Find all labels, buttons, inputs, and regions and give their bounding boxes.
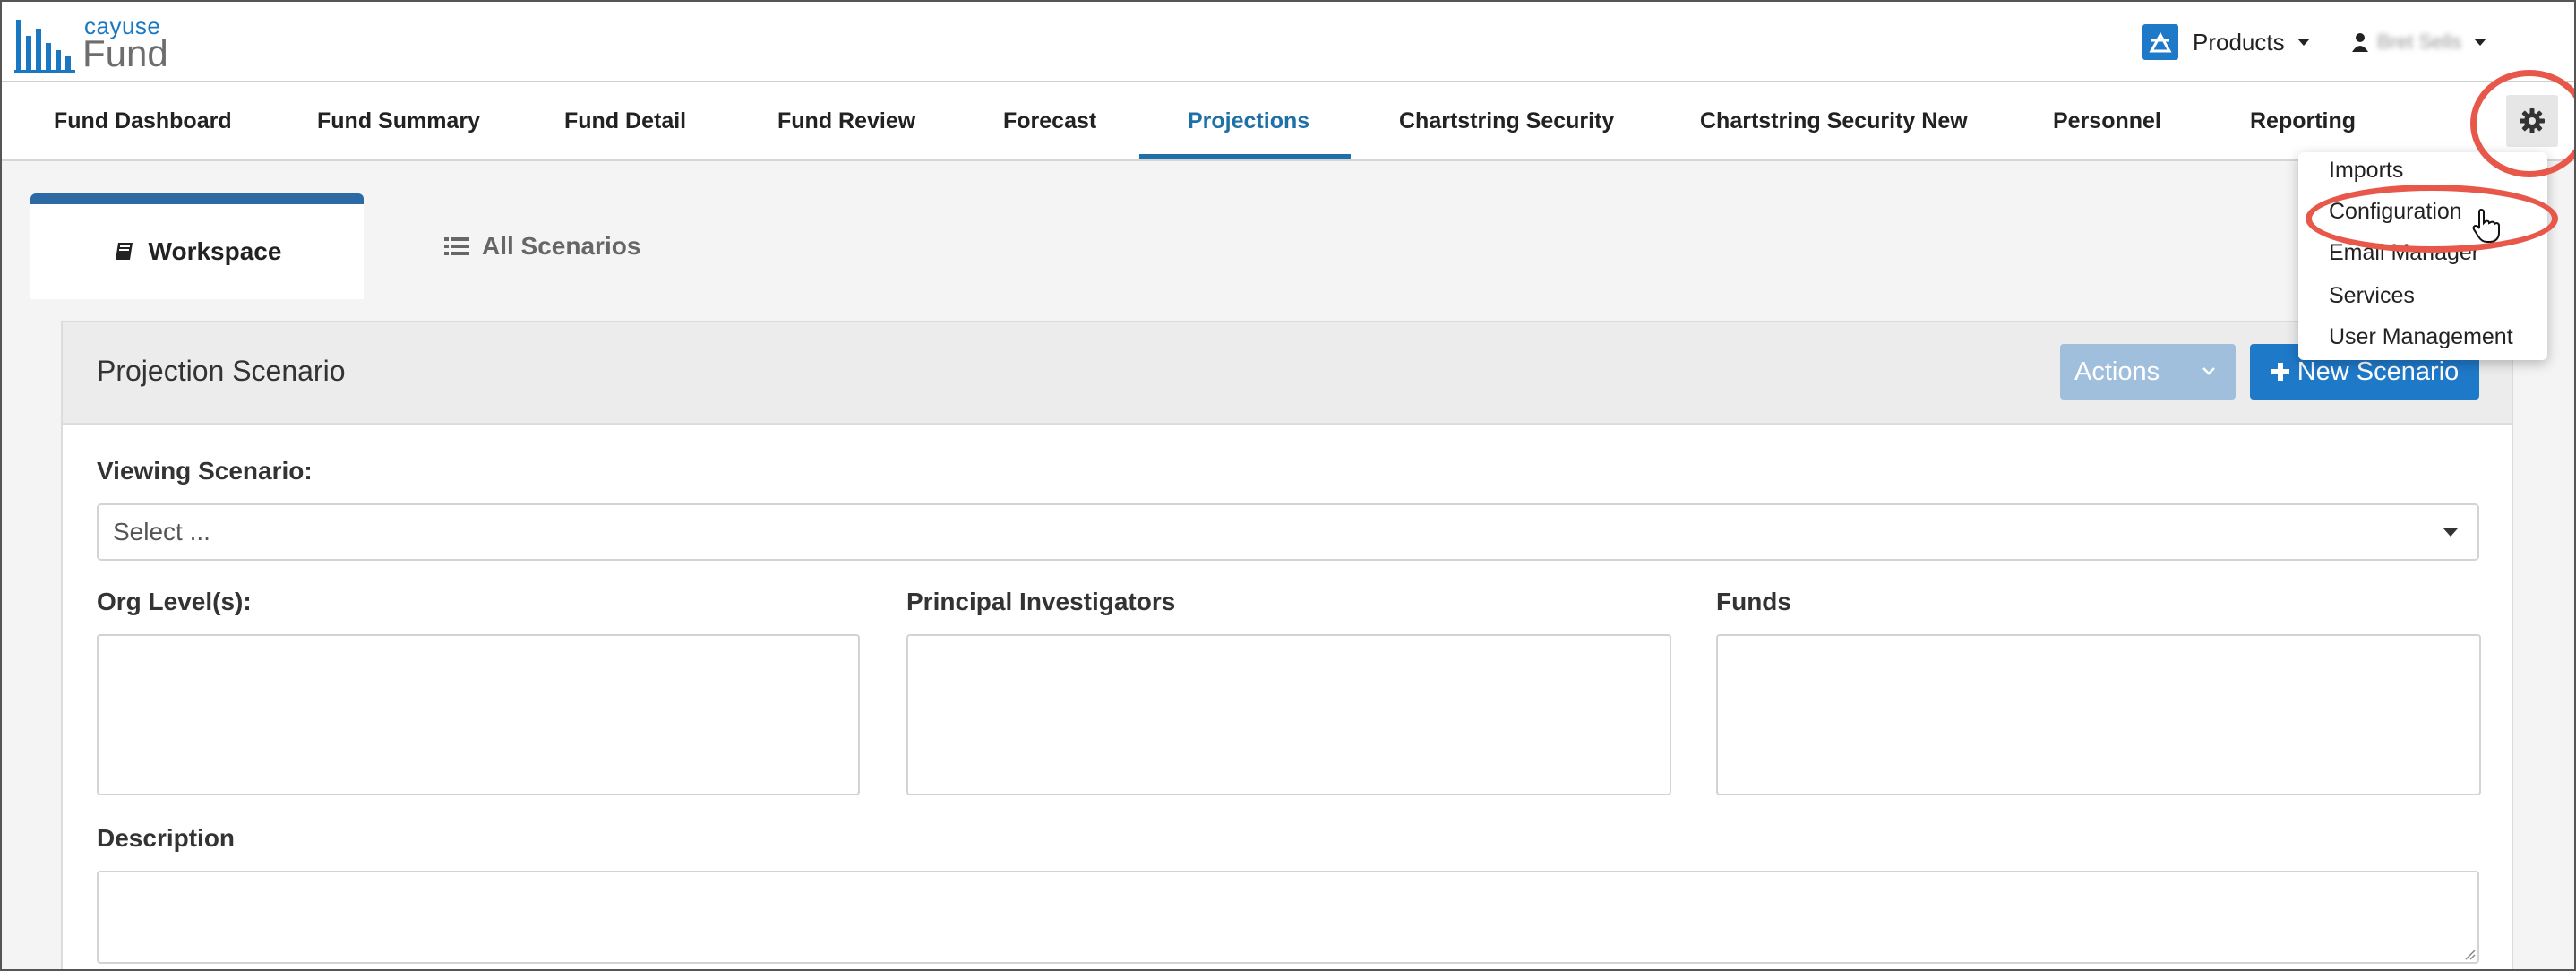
nav-reporting[interactable]: Reporting — [2250, 82, 2356, 159]
panel-header: Projection Scenario Actions New Scenario — [63, 322, 2512, 425]
book-icon — [115, 243, 133, 260]
settings-button[interactable] — [2506, 95, 2558, 147]
nav-fund-summary[interactable]: Fund Summary — [317, 82, 480, 159]
description-textarea[interactable] — [97, 871, 2479, 964]
tab-all-scenarios[interactable]: All Scenarios — [444, 215, 640, 278]
logo-bars-icon — [14, 20, 75, 73]
projection-scenario-panel: Projection Scenario Actions New Scenario… — [61, 321, 2513, 969]
plus-icon — [2271, 363, 2289, 381]
resize-handle-icon[interactable] — [2461, 946, 2476, 960]
products-label: Products — [2193, 28, 2285, 56]
org-levels-label: Org Level(s): — [97, 588, 252, 615]
user-menu[interactable]: Bret Sells — [2352, 21, 2487, 63]
products-menu[interactable]: Products — [2142, 21, 2310, 63]
nav-fund-review[interactable]: Fund Review — [777, 82, 915, 159]
workspace-tabs: Workspace All Scenarios — [30, 193, 2546, 299]
active-tab-indicator — [1139, 154, 1351, 159]
nav-fund-dashboard[interactable]: Fund Dashboard — [54, 82, 232, 159]
tab-workspace-label: Workspace — [148, 237, 282, 265]
nav-chartstring-security[interactable]: Chartstring Security — [1399, 82, 1614, 159]
menu-item-email-manager[interactable]: Email Manager — [2329, 240, 2479, 266]
nav-personnel[interactable]: Personnel — [2053, 82, 2161, 159]
new-scenario-label: New Scenario — [2297, 357, 2460, 386]
menu-item-services[interactable]: Services — [2329, 283, 2415, 309]
description-label: Description — [97, 824, 236, 852]
chevron-down-icon — [2443, 528, 2458, 537]
user-icon — [2352, 33, 2368, 52]
main-nav: Fund Dashboard Fund Summary Fund Detail … — [2, 82, 2574, 161]
chevron-down-icon — [2474, 39, 2487, 46]
menu-item-configuration[interactable]: Configuration — [2329, 199, 2462, 225]
select-value: Select ... — [113, 518, 210, 546]
pointer-cursor-icon — [2472, 208, 2500, 243]
user-name: Bret Sells — [2377, 30, 2462, 53]
nav-projections[interactable]: Projections — [1188, 82, 1309, 159]
tab-all-scenarios-label: All Scenarios — [482, 232, 641, 260]
funds-label: Funds — [1716, 588, 1791, 615]
tab-workspace[interactable]: Workspace — [30, 193, 364, 299]
viewing-scenario-label: Viewing Scenario: — [97, 457, 313, 485]
settings-dropdown-menu: Imports Configuration Email Manager Serv… — [2298, 152, 2547, 360]
nav-fund-detail[interactable]: Fund Detail — [564, 82, 686, 159]
funds-field[interactable] — [1716, 634, 2481, 795]
chevron-down-icon — [2297, 39, 2310, 46]
gear-icon — [2520, 108, 2545, 133]
menu-item-imports[interactable]: Imports — [2329, 158, 2403, 184]
viewing-scenario-select[interactable]: Select ... — [97, 503, 2479, 561]
panel-title: Projection Scenario — [97, 355, 346, 387]
actions-button[interactable]: Actions — [2060, 344, 2236, 400]
app-logo[interactable]: cayuse Fund Manager — [14, 13, 301, 117]
top-header: cayuse Fund Manager Products Bret Sells — [2, 2, 2574, 117]
org-levels-field[interactable] — [97, 634, 860, 795]
list-icon — [444, 237, 469, 255]
actions-label: Actions — [2074, 357, 2160, 386]
principal-investigators-label: Principal Investigators — [906, 588, 1176, 615]
nav-chartstring-security-new[interactable]: Chartstring Security New — [1700, 82, 1968, 159]
chevron-down-icon — [2202, 367, 2215, 375]
products-icon — [2142, 24, 2178, 60]
menu-item-user-management[interactable]: User Management — [2329, 324, 2513, 350]
app-window: cayuse Fund Manager Products Bret Sells … — [0, 0, 2576, 971]
nav-forecast[interactable]: Forecast — [1003, 82, 1096, 159]
principal-investigators-field[interactable] — [906, 634, 1671, 795]
